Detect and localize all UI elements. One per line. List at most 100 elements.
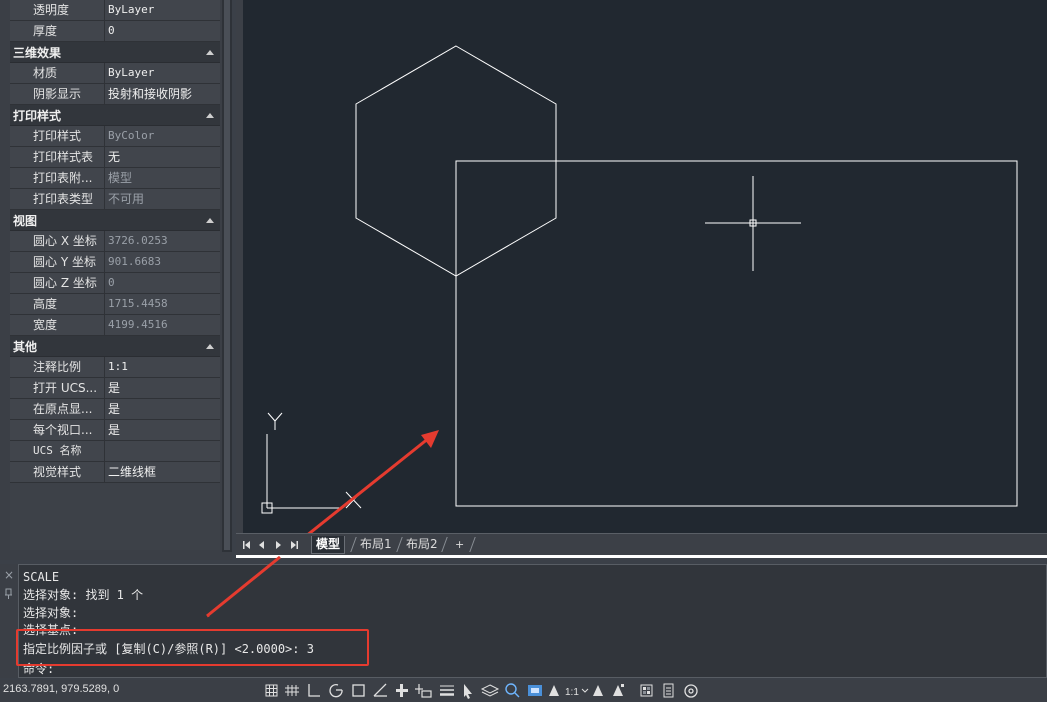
ucs-y-label xyxy=(267,412,283,430)
tab-model[interactable]: 模型 xyxy=(311,536,346,554)
rectangle-shape[interactable] xyxy=(455,160,1018,507)
properties-palette-icon[interactable] xyxy=(663,683,674,698)
workspace-icon[interactable] xyxy=(528,685,542,696)
lineweight-icon[interactable] xyxy=(440,685,454,696)
prop-value: 0 xyxy=(105,273,220,293)
prop-row-shadow[interactable]: 阴影显示 投射和接收阴影 xyxy=(10,84,220,105)
prop-key: UCS 名称 xyxy=(10,441,105,461)
prop-key: 宽度 xyxy=(10,315,105,335)
prop-value: 4199.4516 xyxy=(105,315,220,335)
annotation-autoscale-icon[interactable] xyxy=(593,685,603,696)
prop-row-annotation-scale[interactable]: 注释比例 1:1 xyxy=(10,357,220,378)
collapse-arrow-icon[interactable] xyxy=(206,217,214,223)
prop-value[interactable]: 0 xyxy=(105,21,220,41)
prop-value[interactable]: 投射和接收阴影 xyxy=(105,84,220,104)
collapse-arrow-icon[interactable] xyxy=(206,343,214,349)
prop-row-width[interactable]: 宽度 4199.4516 xyxy=(10,315,220,336)
prop-row-thickness[interactable]: 厚度 0 xyxy=(10,21,220,42)
prop-key: 材质 xyxy=(10,63,105,83)
annotation-scale-label[interactable]: 1:1 xyxy=(565,687,579,698)
prop-key: 在原点显... xyxy=(10,399,105,419)
isolate-objects-icon[interactable] xyxy=(640,684,653,697)
prop-key: 打印表类型 xyxy=(10,189,105,209)
crosshair-cursor-icon xyxy=(705,176,801,271)
prop-row-center-z[interactable]: 圆心 Z 坐标 0 xyxy=(10,273,220,294)
status-toolbar[interactable]: 1:1 xyxy=(262,680,712,702)
add-layout-button[interactable]: + xyxy=(451,536,468,554)
prop-value[interactable]: 是 xyxy=(105,378,220,398)
object-snap-icon[interactable] xyxy=(352,684,365,697)
layers-icon[interactable] xyxy=(480,684,500,697)
prop-row-center-y[interactable]: 圆心 Y 坐标 901.6683 xyxy=(10,252,220,273)
annotation-arrow xyxy=(307,430,439,533)
prop-value[interactable]: 是 xyxy=(105,420,220,440)
prop-value[interactable]: 无 xyxy=(105,147,220,167)
dynamic-input-icon[interactable] xyxy=(415,684,432,698)
drawing-canvas[interactable] xyxy=(243,0,1047,533)
ortho-mode-icon[interactable] xyxy=(308,684,320,697)
polar-tracking-icon[interactable] xyxy=(329,684,343,698)
prop-value[interactable]: 二维线框 xyxy=(105,462,220,482)
prop-value[interactable]: 1:1 xyxy=(105,357,220,377)
pin-icon[interactable] xyxy=(4,588,14,600)
snap-mode-icon[interactable] xyxy=(285,685,299,696)
command-history-line: 选择对象: 找到 1 个 xyxy=(23,588,144,602)
prop-key: 注释比例 xyxy=(10,357,105,377)
tab-layout1[interactable]: 布局1 xyxy=(356,536,396,554)
palette-scrollbar[interactable] xyxy=(222,0,232,552)
tab-nav-buttons[interactable] xyxy=(236,534,308,556)
prop-row-plot-table-type[interactable]: 打印表类型 不可用 xyxy=(10,189,220,210)
prop-row-plot-style[interactable]: 打印样式 ByColor xyxy=(10,126,220,147)
ucs-icon xyxy=(261,412,362,514)
scrollbar-thumb[interactable] xyxy=(224,0,230,550)
prop-value[interactable]: ByLayer xyxy=(105,0,220,20)
prop-row-plot-style-table[interactable]: 打印样式表 无 xyxy=(10,147,220,168)
prop-row-ucs-name[interactable]: UCS 名称 xyxy=(10,441,220,462)
prop-value[interactable] xyxy=(105,441,220,461)
prop-row-visual-style[interactable]: 视觉样式 二维线框 xyxy=(10,462,220,483)
collapse-arrow-icon[interactable] xyxy=(206,49,214,55)
zoom-search-icon[interactable] xyxy=(505,683,520,698)
group-header-3d-effects[interactable]: 三维效果 xyxy=(10,42,220,63)
prop-row-ucs-per-viewport[interactable]: 每个视口... 是 xyxy=(10,420,220,441)
first-tab-icon[interactable] xyxy=(243,541,250,549)
prop-row-center-x[interactable]: 圆心 X 坐标 3726.0253 xyxy=(10,231,220,252)
collapse-arrow-icon[interactable] xyxy=(206,112,214,118)
group-title: 视图 xyxy=(13,213,38,228)
prop-row-transparency[interactable]: 透明度 ByLayer xyxy=(10,0,220,21)
drawing-svg[interactable] xyxy=(243,0,1047,533)
prop-key: 圆心 Z 坐标 xyxy=(10,273,105,293)
group-header-misc[interactable]: 其他 xyxy=(10,336,220,357)
command-history-line: 选择对象: xyxy=(23,606,79,620)
group-header-view[interactable]: 视图 xyxy=(10,210,220,231)
next-tab-icon[interactable] xyxy=(276,541,281,549)
prop-key: 打印表附... xyxy=(10,168,105,188)
prop-value[interactable]: ByLayer xyxy=(105,63,220,83)
object-snap-tracking-icon[interactable] xyxy=(373,683,387,697)
properties-list: 透明度 ByLayer 厚度 0 三维效果 材质 ByLayer 阴影显示 投射… xyxy=(10,0,220,550)
prop-value[interactable]: 是 xyxy=(105,399,220,419)
last-tab-icon[interactable] xyxy=(291,541,298,549)
prop-key: 圆心 X 坐标 xyxy=(10,231,105,251)
prop-row-plot-table-attached[interactable]: 打印表附... 模型 xyxy=(10,168,220,189)
annotation-scale-icon[interactable] xyxy=(613,684,624,696)
prop-row-material[interactable]: 材质 ByLayer xyxy=(10,63,220,84)
annotation-visibility-icon[interactable] xyxy=(549,685,559,696)
prop-key: 高度 xyxy=(10,294,105,314)
command-history-line: SCALE xyxy=(23,570,60,584)
selection-cycling-icon[interactable] xyxy=(464,684,472,699)
close-icon[interactable]: × xyxy=(4,568,14,582)
grid-display-icon[interactable] xyxy=(265,684,278,697)
coordinates-readout[interactable]: 2163.7891, 979.5289, 0 xyxy=(3,683,119,695)
tab-layout2[interactable]: 布局2 xyxy=(402,536,442,554)
prev-tab-icon[interactable] xyxy=(259,541,264,549)
prop-row-ucs-icon-on[interactable]: 打开 UCS... 是 xyxy=(10,378,220,399)
dynamic-ucs-icon[interactable] xyxy=(396,684,408,697)
prop-row-height[interactable]: 高度 1715.4458 xyxy=(10,294,220,315)
prop-key: 透明度 xyxy=(10,0,105,20)
clean-screen-icon[interactable] xyxy=(684,684,698,698)
prop-row-ucs-at-origin[interactable]: 在原点显... 是 xyxy=(10,399,220,420)
chevron-down-icon[interactable] xyxy=(581,688,589,693)
prop-key: 厚度 xyxy=(10,21,105,41)
group-header-plot-style[interactable]: 打印样式 xyxy=(10,105,220,126)
